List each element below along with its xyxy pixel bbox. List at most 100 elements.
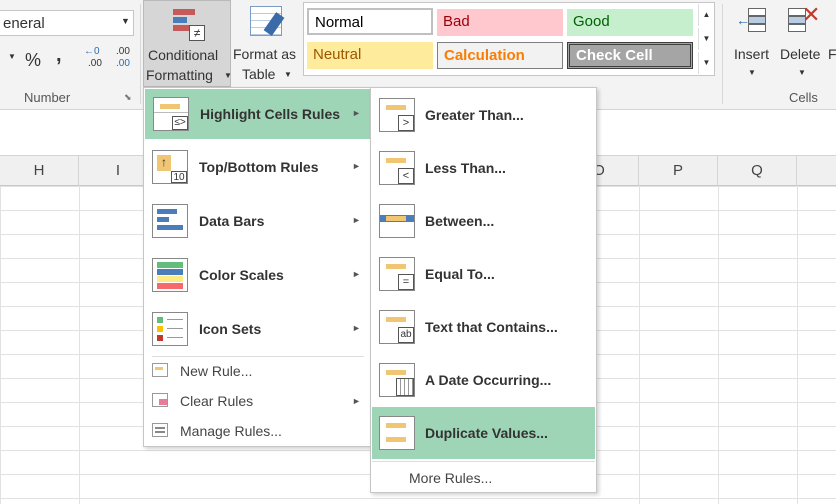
gallery-scroll-up[interactable]: ▲ bbox=[698, 4, 714, 26]
menu-item-label: Color Scales bbox=[199, 267, 284, 283]
gridline bbox=[797, 186, 798, 504]
chevron-down-icon: ▼ bbox=[748, 68, 756, 77]
data-bars-icon bbox=[152, 204, 188, 238]
submenu-arrow-icon: ► bbox=[352, 323, 361, 333]
greater-than-glyph: > bbox=[398, 115, 414, 131]
submenu-item-label: A Date Occurring... bbox=[425, 372, 552, 388]
number-format-value: eneral bbox=[3, 15, 45, 32]
conditional-formatting-label-2: Formatting bbox=[146, 67, 213, 83]
top-bottom-rules-icon: ↑ 10 bbox=[152, 150, 188, 184]
less-than-glyph: < bbox=[398, 168, 414, 184]
color-scales-icon bbox=[152, 258, 188, 292]
insert-label: Insert bbox=[734, 46, 770, 62]
submenu-item-greater-than[interactable]: > Greater Than... bbox=[371, 90, 596, 140]
dialog-launcher-icon[interactable]: ⬊ bbox=[124, 92, 132, 103]
chevron-down-icon: ▼ bbox=[284, 70, 292, 79]
style-neutral[interactable]: Neutral bbox=[307, 42, 433, 69]
menu-item-label: Top/Bottom Rules bbox=[199, 159, 319, 175]
insert-cells-icon: ← bbox=[736, 6, 768, 36]
menu-item-label: Data Bars bbox=[199, 213, 265, 229]
style-good-label: Good bbox=[573, 13, 610, 30]
delete-cells-icon: ✕ bbox=[786, 2, 820, 36]
gridline bbox=[79, 186, 80, 504]
decrease-decimal-button[interactable]: .00 .00 bbox=[114, 46, 136, 72]
new-rule-icon bbox=[152, 363, 168, 377]
column-header[interactable]: H bbox=[0, 156, 79, 186]
gridline bbox=[639, 186, 640, 504]
submenu-item-less-than[interactable]: < Less Than... bbox=[371, 143, 596, 193]
number-group-label: Number bbox=[24, 90, 71, 105]
submenu-item-label: Duplicate Values... bbox=[425, 425, 548, 441]
submenu-arrow-icon: ► bbox=[352, 161, 361, 171]
left-arrow-icon: ←0 bbox=[84, 46, 100, 57]
greater-than-icon: > bbox=[379, 98, 415, 132]
delete-button[interactable]: ✕ Delete ▼ bbox=[778, 0, 828, 87]
increase-decimal-button[interactable]: ←0 .00 bbox=[84, 46, 106, 72]
equal-glyph: = bbox=[398, 274, 414, 290]
chevron-down-icon: ▼ bbox=[224, 71, 232, 80]
menu-item-label: Clear Rules bbox=[180, 393, 254, 409]
submenu-item-a-date-occurring[interactable]: A Date Occurring... bbox=[371, 355, 596, 405]
chevron-down-icon: ▼ bbox=[798, 68, 806, 77]
menu-item-color-scales[interactable]: Color Scales ► bbox=[144, 250, 370, 300]
format-as-table-button[interactable]: Format as Table ▼ bbox=[232, 0, 300, 87]
submenu-item-between[interactable]: Between... bbox=[371, 196, 596, 246]
conditional-formatting-menu: ≤> Highlight Cells Rules ► ↑ 10 Top/Bott… bbox=[143, 87, 371, 447]
number-format-dropdown[interactable]: eneral ▼ bbox=[0, 10, 134, 36]
menu-item-label: New Rule... bbox=[180, 363, 253, 379]
style-good[interactable]: Good bbox=[567, 9, 693, 36]
delete-label: Delete bbox=[780, 46, 821, 62]
group-divider bbox=[722, 4, 723, 104]
accounting-format-button[interactable]: ▼ bbox=[0, 48, 18, 72]
menu-item-clear-rules[interactable]: Clear Rules ► bbox=[144, 387, 370, 415]
submenu-item-duplicate-values[interactable]: Duplicate Values... bbox=[372, 407, 595, 459]
menu-divider bbox=[372, 461, 595, 462]
gallery-scroll-down[interactable]: ▼ bbox=[698, 28, 714, 50]
menu-item-highlight-cells-rules[interactable]: ≤> Highlight Cells Rules ► bbox=[145, 89, 370, 139]
menu-item-icon-sets[interactable]: Icon Sets ► bbox=[144, 304, 370, 354]
conditional-formatting-button[interactable]: ≠ Conditional Formatting ▼ bbox=[143, 0, 232, 87]
gridline bbox=[718, 186, 719, 504]
style-neutral-label: Neutral bbox=[313, 46, 362, 63]
insert-button[interactable]: ← Insert ▼ bbox=[730, 0, 776, 87]
highlight-cells-rules-icon: ≤> bbox=[153, 97, 189, 131]
between-icon bbox=[379, 204, 415, 238]
menu-item-data-bars[interactable]: Data Bars ► bbox=[144, 196, 370, 246]
submenu-item-label: Text that Contains... bbox=[425, 319, 558, 335]
equal-to-icon: = bbox=[379, 257, 415, 291]
increase-decimal-label: .00 bbox=[88, 58, 102, 69]
menu-item-new-rule[interactable]: New Rule... bbox=[144, 357, 370, 385]
menu-item-top-bottom-rules[interactable]: ↑ 10 Top/Bottom Rules ► bbox=[144, 142, 370, 192]
menu-item-label: Icon Sets bbox=[199, 321, 262, 337]
column-header[interactable]: P bbox=[639, 156, 718, 186]
format-as-table-label-2: Table bbox=[242, 66, 276, 82]
submenu-item-label: Less Than... bbox=[425, 160, 506, 176]
submenu-item-label: Greater Than... bbox=[425, 107, 524, 123]
menu-item-manage-rules[interactable]: Manage Rules... bbox=[144, 417, 370, 445]
format-button-partial[interactable]: F bbox=[828, 46, 836, 62]
text-contains-icon: ab bbox=[379, 310, 415, 344]
style-normal-label: Normal bbox=[315, 14, 364, 31]
style-bad[interactable]: Bad bbox=[437, 9, 563, 36]
duplicate-values-icon bbox=[379, 416, 415, 450]
submenu-item-label: Equal To... bbox=[425, 266, 495, 282]
comma-style-button[interactable]: , bbox=[56, 44, 62, 67]
column-header[interactable]: Q bbox=[718, 156, 797, 186]
decimal-zero-icon: .00 bbox=[116, 46, 130, 57]
submenu-item-equal-to[interactable]: = Equal To... bbox=[371, 249, 596, 299]
submenu-item-label: Between... bbox=[425, 213, 495, 229]
submenu-arrow-icon: ► bbox=[352, 396, 361, 406]
percent-style-button[interactable]: % bbox=[25, 50, 41, 71]
decrease-decimal-label: .00 bbox=[116, 58, 130, 69]
chevron-down-icon: ▼ bbox=[8, 52, 16, 61]
menu-item-label: Highlight Cells Rules bbox=[200, 106, 341, 122]
more-rules-link[interactable]: More Rules... bbox=[409, 470, 492, 486]
style-calculation[interactable]: Calculation bbox=[437, 42, 563, 69]
style-check-cell-label: Check Cell bbox=[576, 47, 653, 64]
submenu-item-text-that-contains[interactable]: ab Text that Contains... bbox=[371, 302, 596, 352]
text-glyph: ab bbox=[398, 327, 414, 343]
style-normal[interactable]: Normal bbox=[307, 8, 433, 35]
calendar-icon bbox=[379, 363, 415, 397]
gallery-expand[interactable]: ▼ bbox=[698, 52, 714, 74]
style-check-cell[interactable]: Check Cell bbox=[567, 42, 693, 69]
